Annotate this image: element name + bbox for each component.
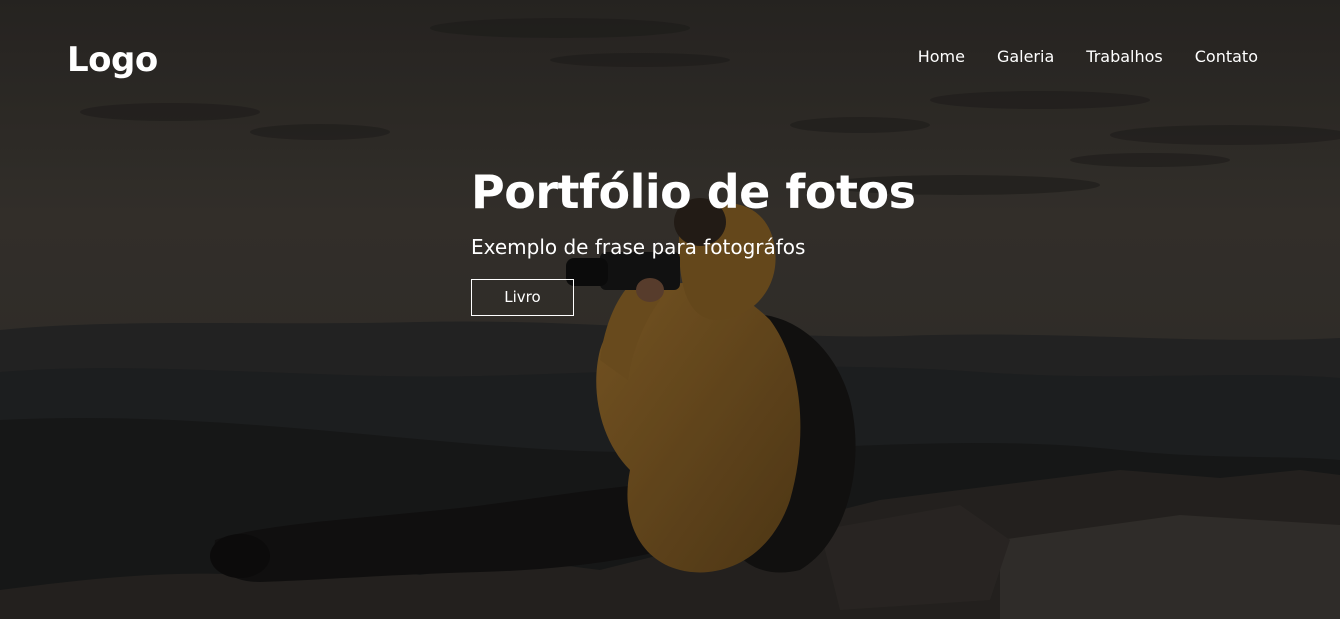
hero-content: Portfólio de fotos Exemplo de frase para… <box>471 164 916 316</box>
nav-galeria-link[interactable]: Galeria <box>997 46 1054 68</box>
hero-title: Portfólio de fotos <box>471 165 916 219</box>
livro-button[interactable]: Livro <box>471 279 574 316</box>
logo[interactable]: Logo <box>67 38 158 82</box>
main-nav: Home Galeria Trabalhos Contato <box>918 46 1258 68</box>
nav-trabalhos-link[interactable]: Trabalhos <box>1086 46 1162 68</box>
hero-subtitle: Exemplo de frase para fotográfos <box>471 235 806 259</box>
nav-contato-link[interactable]: Contato <box>1195 46 1258 68</box>
hero-section: Logo Home Galeria Trabalhos Contato Port… <box>0 0 1340 619</box>
nav-home-link[interactable]: Home <box>918 46 965 68</box>
